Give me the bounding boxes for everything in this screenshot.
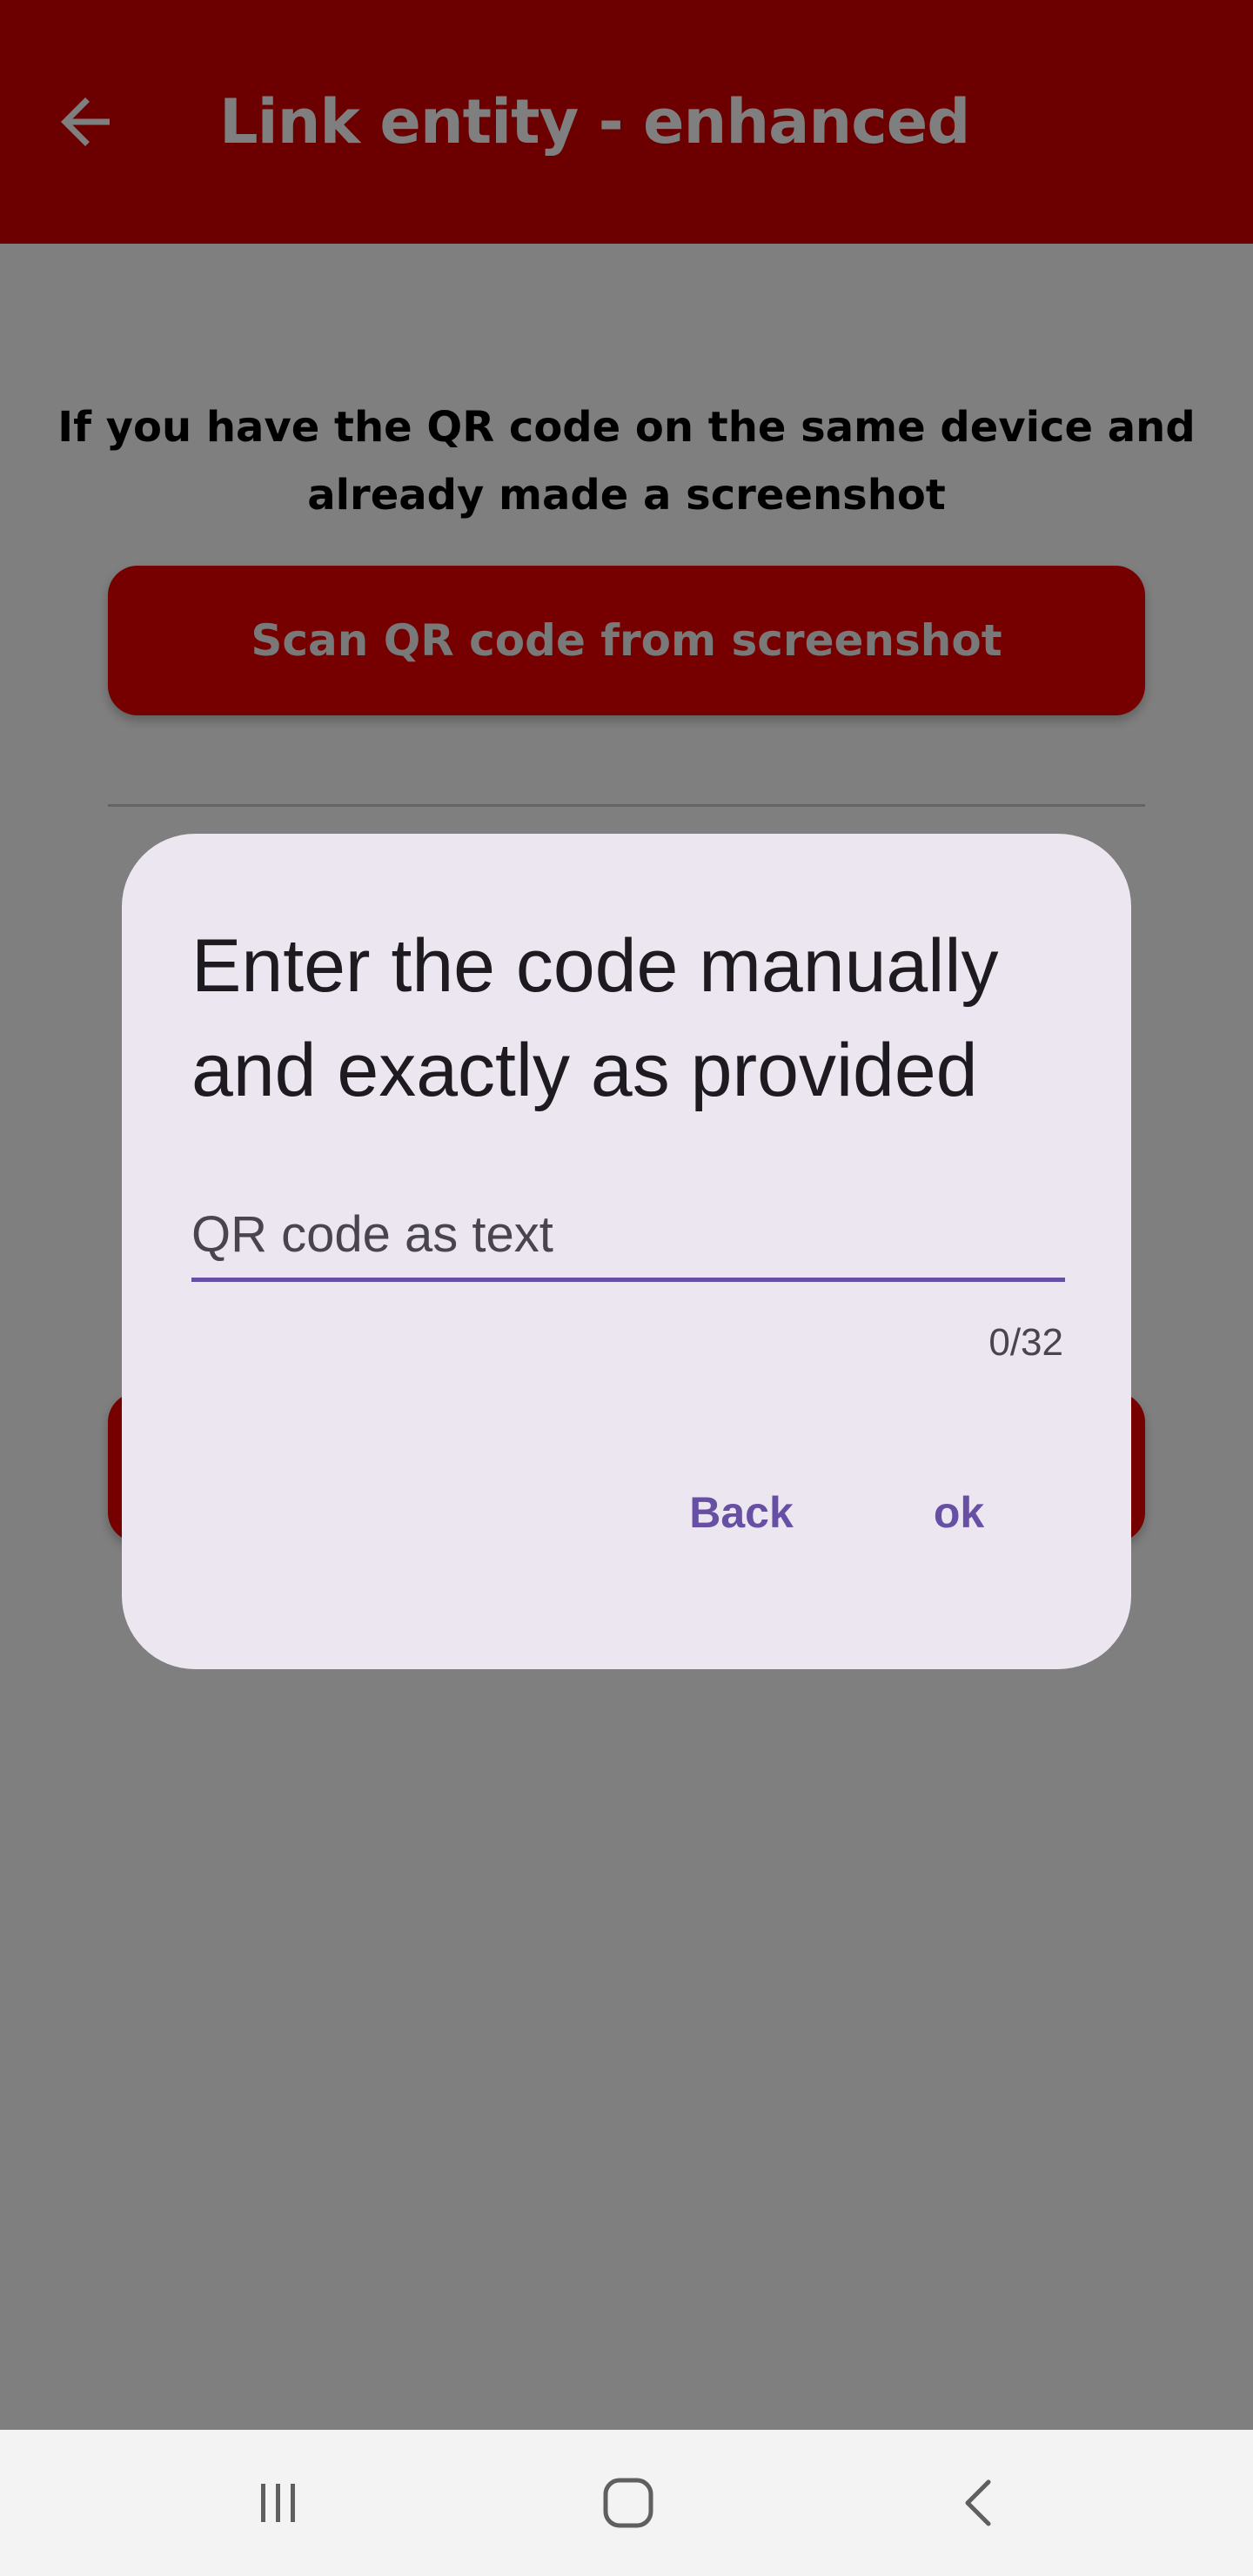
recent-apps-icon xyxy=(261,2484,295,2522)
qr-code-input[interactable] xyxy=(191,1191,1065,1278)
home-icon xyxy=(603,2478,653,2528)
recent-apps-button[interactable] xyxy=(226,2451,331,2555)
ok-button[interactable]: ok xyxy=(907,1469,1011,1556)
character-counter: 0/32 xyxy=(988,1321,1063,1364)
nav-back-button[interactable] xyxy=(928,2451,1032,2555)
manual-code-dialog: Enter the code manually and exactly as p… xyxy=(122,834,1131,1669)
dialog-title: Enter the code manually and exactly as p… xyxy=(191,924,999,1112)
qr-code-text-field xyxy=(191,1191,1065,1282)
system-navigation-bar xyxy=(0,2430,1253,2576)
back-button[interactable]: Back xyxy=(672,1469,811,1556)
home-button[interactable] xyxy=(576,2451,680,2555)
nav-back-icon xyxy=(965,2479,991,2526)
